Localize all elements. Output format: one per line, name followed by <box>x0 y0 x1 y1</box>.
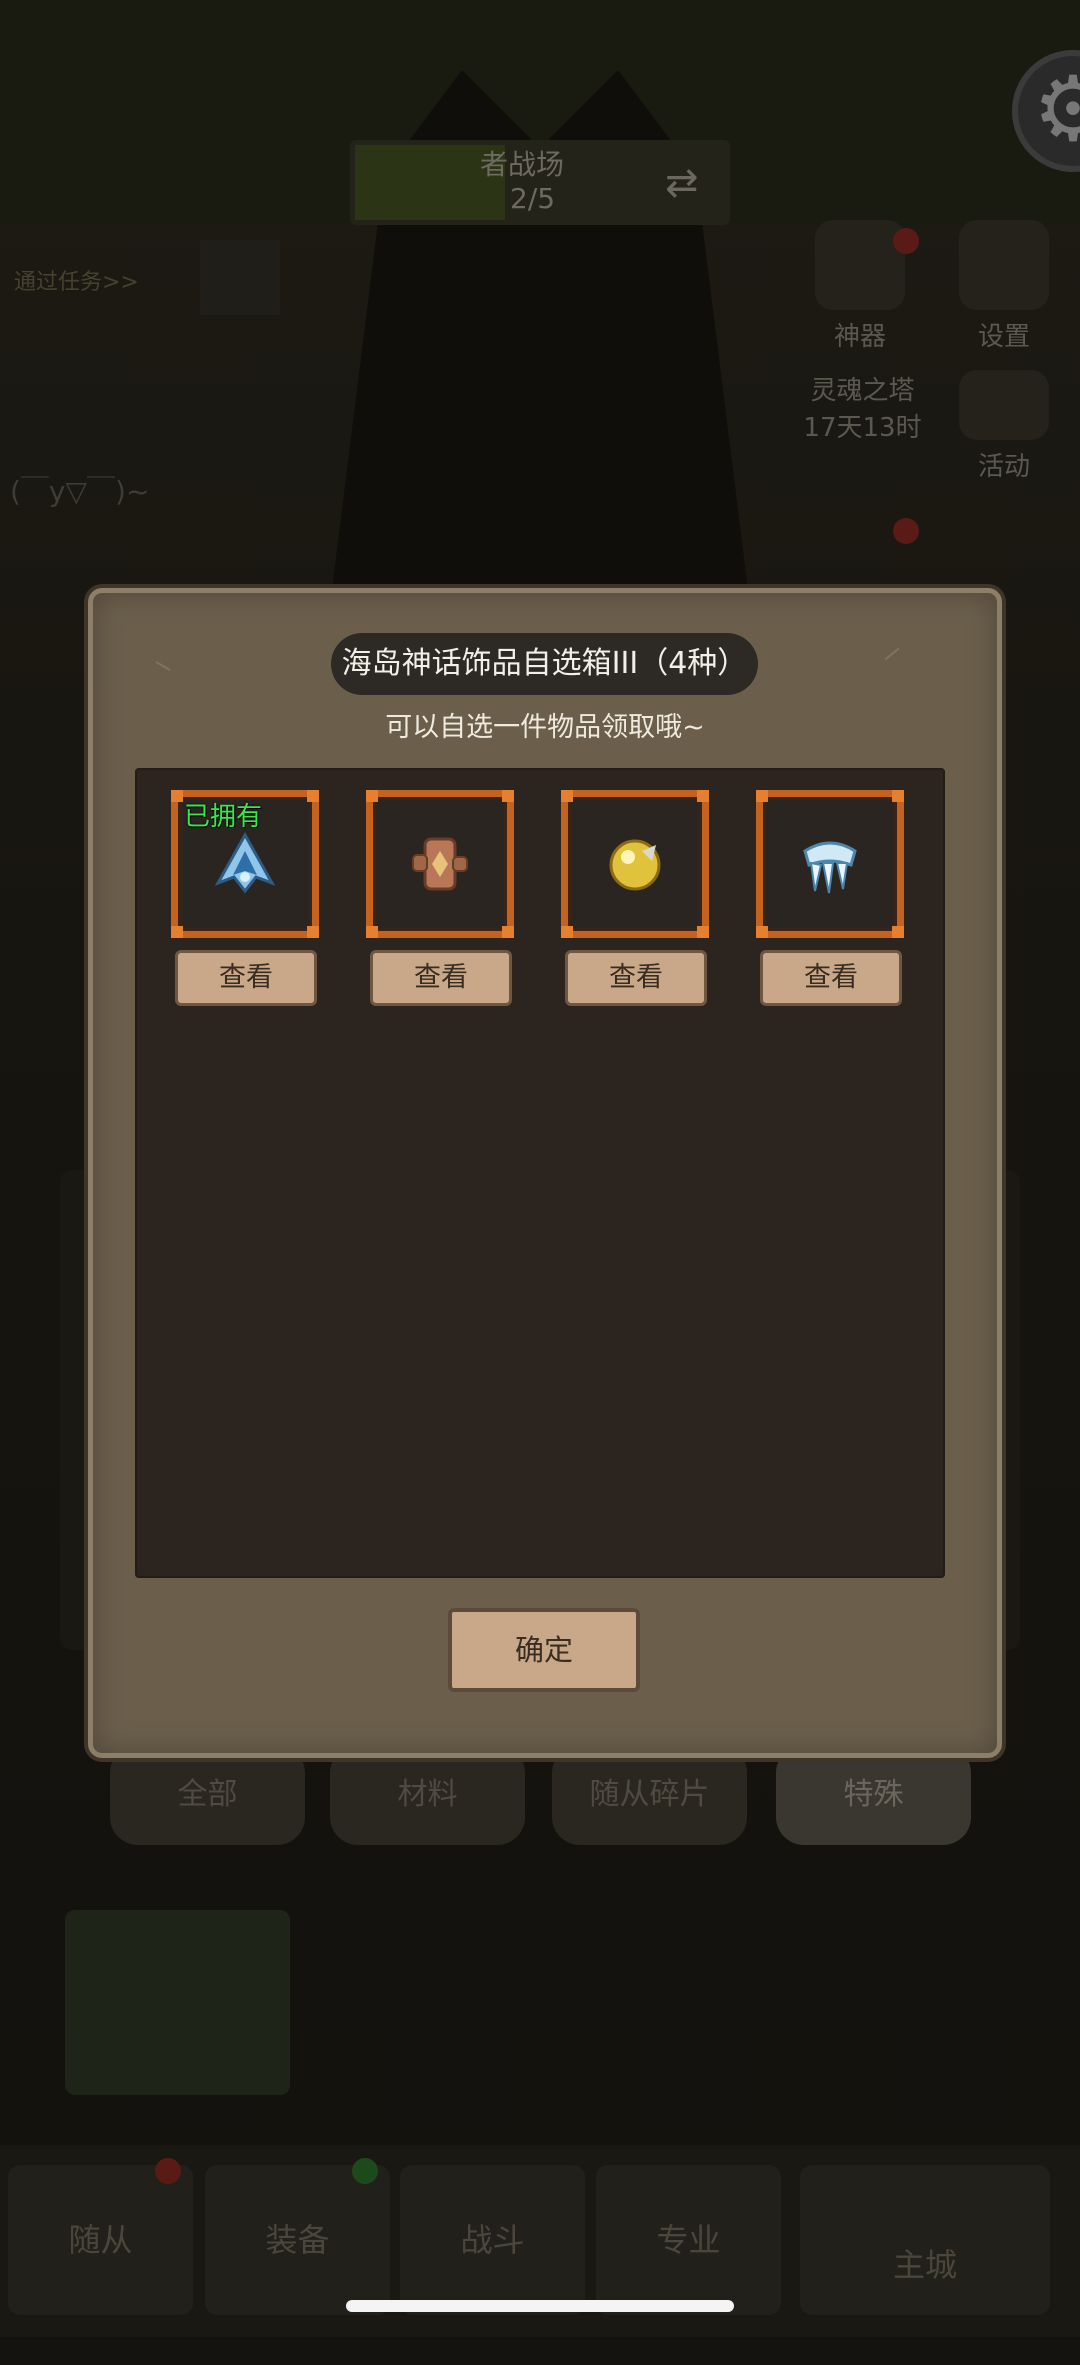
task-hint: 通过任务>> <box>14 270 139 295</box>
item-slot: 查看 <box>756 790 906 1006</box>
stage-progress: 2/5 <box>510 182 556 215</box>
calendar-icon <box>959 370 1049 440</box>
stage-name: 者战场 <box>480 148 565 181</box>
item-frame[interactable] <box>756 790 904 938</box>
confirm-button[interactable]: 确定 <box>448 1608 640 1692</box>
side-item-activity: 活动 <box>944 370 1064 483</box>
artifact-icon <box>815 220 905 310</box>
side-item-label: 神器 <box>833 322 886 352</box>
item-frame[interactable]: 已拥有 <box>171 790 319 938</box>
item-slot: 查看 <box>366 790 516 1006</box>
selection-box-dialog: 海岛神话饰品自选箱III（4种） 可以自选一件物品领取哦~ 已拥有 查看 查看 … <box>88 588 1002 1758</box>
tab-fragments[interactable]: 随从碎片 <box>552 1745 747 1845</box>
ice-claw-icon <box>803 841 857 894</box>
item-frame[interactable] <box>366 790 514 938</box>
swap-icon: ⇄ <box>665 160 699 206</box>
nav-main-city[interactable]: 主城 <box>800 2165 1050 2315</box>
item-slot: 查看 <box>561 790 711 1006</box>
dialog-subtitle: 可以自选一件物品领取哦~ <box>385 712 705 743</box>
notification-dot <box>155 2158 181 2184</box>
view-button[interactable]: 查看 <box>760 950 902 1006</box>
view-button[interactable]: 查看 <box>565 950 707 1006</box>
item-slot: 已拥有 查看 <box>171 790 321 1006</box>
nav-battle[interactable]: 战斗 <box>400 2165 585 2315</box>
side-item-label: 活动 <box>977 452 1030 482</box>
side-item-label: 灵魂之塔 <box>810 376 915 406</box>
dragon-item-slot[interactable] <box>65 1910 290 2095</box>
view-button[interactable]: 查看 <box>175 950 317 1006</box>
item-grid: 已拥有 查看 查看 查看 查看 <box>135 768 945 1578</box>
info-icon <box>200 240 280 315</box>
stage-label: 者战场 2/5 <box>480 148 564 216</box>
notification-dot <box>893 518 919 544</box>
tree-stump-totem-icon <box>412 837 468 891</box>
item-frame[interactable] <box>561 790 709 938</box>
gear-icon <box>959 220 1049 310</box>
view-button[interactable]: 查看 <box>370 950 512 1006</box>
notification-dot <box>352 2158 378 2184</box>
notification-dot <box>893 228 919 254</box>
side-item-label: 设置 <box>977 322 1030 352</box>
nav-equipment[interactable]: 装备 <box>205 2165 390 2315</box>
golden-orb-icon <box>609 839 661 891</box>
side-item-timer: 17天13时 <box>803 413 922 443</box>
side-item-settings: 设置 <box>944 220 1064 353</box>
blue-arrow-pendant-icon <box>214 831 276 894</box>
decor-scratch <box>884 647 900 661</box>
owned-label: 已拥有 <box>184 802 263 832</box>
side-item-tower: 灵魂之塔 17天13时 <box>790 370 935 444</box>
nav-profession[interactable]: 专业 <box>596 2165 781 2315</box>
nav-followers[interactable]: 随从 <box>8 2165 193 2315</box>
dialog-title: 海岛神话饰品自选箱III（4种） <box>331 633 758 695</box>
home-indicator <box>346 2300 734 2312</box>
tab-all[interactable]: 全部 <box>110 1745 305 1845</box>
tab-materials[interactable]: 材料 <box>330 1745 525 1845</box>
decor-scratch <box>155 661 171 671</box>
tab-special[interactable]: 特殊 <box>776 1745 971 1845</box>
face-text: (￣y▽￣)~ <box>10 475 150 508</box>
